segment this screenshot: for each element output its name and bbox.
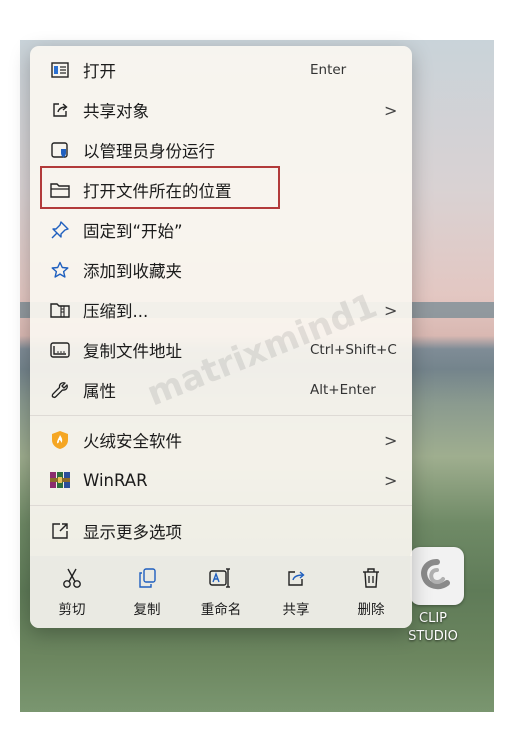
highlight-box [40,166,280,209]
copy-button[interactable]: 复制 [117,566,177,622]
cut-button[interactable]: 剪切 [42,566,102,622]
huorong-icon [50,430,70,450]
menu-item-label: 添加到收藏夹 [83,262,182,281]
menu-item-label: 压缩到... [83,302,149,321]
menu-item-label: WinRAR [83,470,148,490]
share-label: 共享 [282,602,310,618]
chevron-right-icon: > [384,470,398,490]
menu-item-run-as-admin[interactable]: 以管理员身份运行 [38,130,404,170]
menu-separator [30,505,412,506]
context-menu: 打开 Enter 共享对象 > 以管理员身份运行 打开文件所在的位置 固定到“开… [30,46,412,628]
delete-label: 删除 [357,602,385,618]
clip-studio-icon[interactable] [410,547,464,605]
menu-item-winrar[interactable]: WinRAR > [38,460,404,500]
copy-label: 复制 [133,602,161,618]
menu-item-open[interactable]: 打开 Enter [38,50,404,90]
show-more-icon [50,521,70,541]
chevron-right-icon: > [384,430,398,450]
admin-shield-icon [50,140,70,160]
menu-item-label: 打开 [83,62,116,81]
chevron-right-icon: > [384,100,398,120]
share-icon [284,566,308,590]
menu-item-label: 复制文件地址 [83,342,182,361]
menu-item-pin-to-start[interactable]: 固定到“开始” [38,210,404,250]
rename-label: 重命名 [200,602,242,618]
menu-item-shortcut: Alt+Enter [310,382,376,398]
menu-item-show-more-options[interactable]: 显示更多选项 [38,511,404,551]
delete-button[interactable]: 删除 [341,566,401,622]
rename-icon [209,566,233,590]
menu-item-share[interactable]: 共享对象 > [38,90,404,130]
menu-item-label: 属性 [83,382,116,401]
star-icon [50,260,70,280]
winrar-icon [50,470,70,490]
menu-item-label: 显示更多选项 [83,523,182,542]
menu-item-label: 共享对象 [83,102,149,121]
scissors-icon [60,566,84,590]
menu-item-label: 固定到“开始” [83,222,183,241]
trash-icon [359,566,383,590]
pin-icon [50,220,70,240]
zip-icon [50,300,70,320]
share-icon [50,100,70,120]
menu-item-label: 以管理员身份运行 [83,142,215,161]
menu-item-shortcut: Enter [310,62,347,78]
wrench-icon [50,380,70,400]
cut-label: 剪切 [58,602,86,618]
copy-icon [135,566,159,590]
menu-item-label: 火绒安全软件 [83,432,182,451]
copy-path-icon [50,340,70,360]
chevron-right-icon: > [384,300,398,320]
open-window-icon [50,60,70,80]
menu-item-add-to-favorites[interactable]: 添加到收藏夹 [38,250,404,290]
menu-separator [30,415,412,416]
menu-item-huorong[interactable]: 火绒安全软件 > [38,420,404,460]
share-button[interactable]: 共享 [266,566,326,622]
rename-button[interactable]: 重命名 [191,566,251,622]
